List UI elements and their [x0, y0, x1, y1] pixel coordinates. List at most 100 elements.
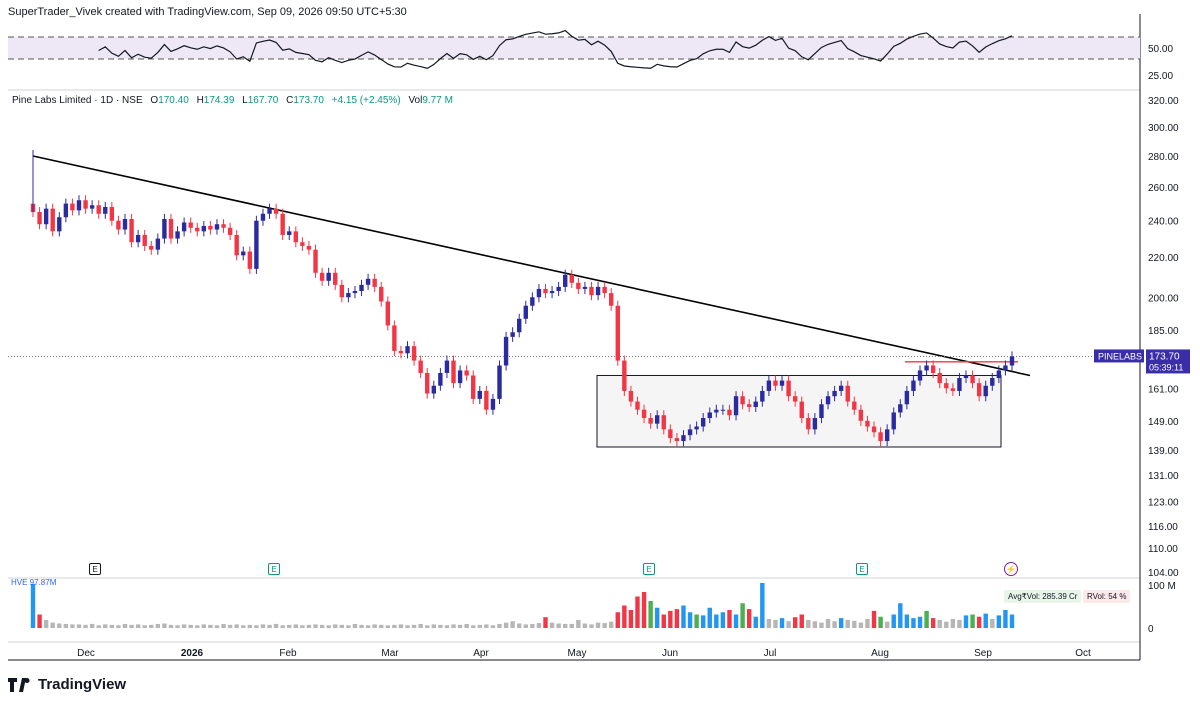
volume-bar[interactable] — [267, 624, 272, 628]
volume-bar[interactable] — [766, 619, 772, 628]
candle-body[interactable] — [70, 203, 75, 211]
volume-bar[interactable] — [109, 624, 115, 628]
candle-body[interactable] — [733, 396, 739, 416]
candle-body[interactable] — [950, 388, 956, 391]
candle-body[interactable] — [930, 365, 936, 373]
candle-body[interactable] — [556, 286, 561, 292]
volume-bar[interactable] — [898, 603, 903, 628]
volume-bar[interactable] — [471, 625, 476, 628]
volume-bar[interactable] — [904, 614, 910, 629]
volume-bar[interactable] — [727, 610, 732, 628]
volume-bar[interactable] — [917, 616, 923, 628]
candle-body[interactable] — [760, 390, 765, 402]
candle-body[interactable] — [832, 390, 837, 397]
volume-bar[interactable] — [871, 610, 877, 628]
volume-bar[interactable] — [976, 616, 982, 628]
candle-body[interactable] — [753, 401, 758, 407]
volume-bar[interactable] — [582, 623, 588, 629]
candle-body[interactable] — [208, 225, 213, 230]
candle-body[interactable] — [990, 378, 995, 386]
candle-body[interactable] — [944, 383, 949, 389]
volume-bar[interactable] — [497, 623, 502, 628]
candle-body[interactable] — [444, 360, 450, 373]
volume-bar[interactable] — [89, 623, 95, 628]
candle-body[interactable] — [83, 200, 88, 209]
candle-body[interactable] — [241, 251, 246, 256]
volume-bar[interactable] — [444, 625, 450, 628]
volume-bar[interactable] — [57, 623, 62, 629]
candle-body[interactable] — [622, 360, 627, 391]
candle-body[interactable] — [365, 278, 371, 285]
candle-body[interactable] — [195, 227, 200, 232]
candle-body[interactable] — [563, 274, 568, 287]
candle-body[interactable] — [569, 274, 574, 283]
volume-bar[interactable] — [556, 623, 561, 629]
candle-body[interactable] — [1009, 356, 1015, 366]
volume-bar[interactable] — [385, 625, 391, 628]
volume-bar[interactable] — [924, 610, 929, 628]
candle-body[interactable] — [168, 218, 174, 239]
volume-bar[interactable] — [536, 623, 542, 628]
volume-bar[interactable] — [300, 625, 305, 628]
candle-body[interactable] — [740, 396, 745, 405]
volume-bar[interactable] — [359, 624, 364, 628]
volume-bar[interactable] — [700, 615, 706, 628]
volume-bar[interactable] — [595, 622, 601, 628]
candle-body[interactable] — [976, 383, 982, 397]
volume-bar[interactable] — [438, 624, 443, 628]
candle-body[interactable] — [812, 418, 818, 430]
candle-body[interactable] — [878, 432, 883, 442]
candle-body[interactable] — [201, 225, 207, 232]
volume-bar[interactable] — [792, 617, 798, 628]
volume-bar[interactable] — [484, 624, 489, 628]
volume-bar[interactable] — [477, 624, 482, 628]
volume-bar[interactable] — [641, 592, 647, 628]
volume-bar[interactable] — [825, 619, 831, 628]
volume-bar[interactable] — [865, 619, 870, 628]
candle-body[interactable] — [654, 415, 660, 424]
volume-bar[interactable] — [464, 623, 469, 628]
candle-body[interactable] — [838, 385, 844, 391]
volume-bar[interactable] — [576, 619, 581, 628]
volume-bar[interactable] — [687, 612, 693, 628]
candle-body[interactable] — [687, 429, 693, 436]
candle-body[interactable] — [543, 288, 548, 294]
candle-body[interactable] — [1003, 365, 1008, 371]
candle-body[interactable] — [464, 370, 469, 376]
candle-body[interactable] — [510, 332, 515, 337]
volume-bar[interactable] — [799, 614, 804, 629]
candle-body[interactable] — [595, 286, 601, 296]
candle-body[interactable] — [963, 375, 969, 379]
candle-body[interactable] — [109, 206, 115, 221]
candle-body[interactable] — [411, 346, 417, 361]
event-marker-dividend[interactable]: E — [89, 563, 101, 575]
volume-bar[interactable] — [773, 619, 778, 628]
volume-bar[interactable] — [234, 624, 239, 628]
volume-bar[interactable] — [615, 612, 620, 628]
volume-bar[interactable] — [950, 619, 956, 628]
volume-bar[interactable] — [628, 610, 634, 628]
candle-body[interactable] — [214, 224, 220, 230]
candle-body[interactable] — [260, 213, 266, 221]
candle-body[interactable] — [287, 231, 292, 235]
volume-bar[interactable] — [970, 614, 975, 629]
candle-body[interactable] — [392, 325, 397, 351]
volume-bar[interactable] — [806, 619, 811, 628]
volume-bar[interactable] — [37, 614, 42, 629]
volume-bar[interactable] — [838, 618, 844, 628]
candle-body[interactable] — [135, 234, 141, 243]
candle-body[interactable] — [385, 301, 391, 326]
volume-bar[interactable] — [911, 618, 916, 628]
candle-body[interactable] — [503, 336, 509, 366]
volume-bar[interactable] — [30, 583, 36, 628]
candle-body[interactable] — [865, 420, 870, 427]
candle-body[interactable] — [63, 203, 69, 218]
candle-body[interactable] — [825, 396, 831, 405]
volume-bar[interactable] — [812, 621, 818, 628]
volume-bar[interactable] — [930, 618, 936, 628]
volume-bar[interactable] — [431, 624, 436, 628]
candle-body[interactable] — [116, 220, 121, 230]
candle-body[interactable] — [155, 238, 161, 250]
volume-bar[interactable] — [227, 624, 233, 628]
volume-bar[interactable] — [129, 624, 134, 628]
